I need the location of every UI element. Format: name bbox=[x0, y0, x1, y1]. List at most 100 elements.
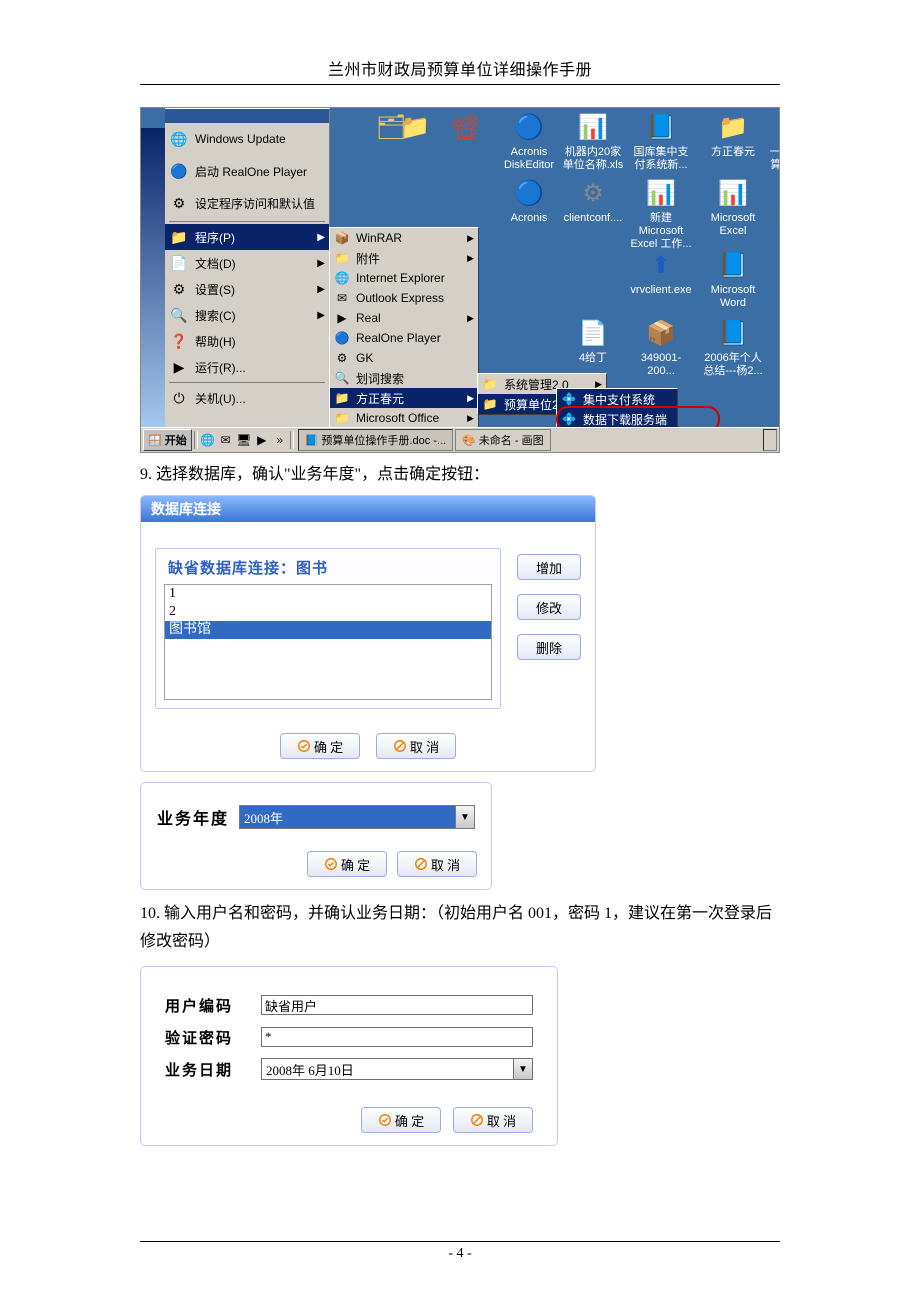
date-combo[interactable]: 2008年 6月10日 ▼ bbox=[261, 1058, 533, 1080]
desktop-icon[interactable]: 📘2006年个人总结---杨2... bbox=[701, 316, 765, 378]
submenu-item[interactable]: 📦WinRAR▶ bbox=[330, 228, 478, 248]
ie-icon[interactable]: 🌐 bbox=[200, 432, 216, 448]
ok-button[interactable]: 确 定 bbox=[361, 1107, 441, 1133]
desktop-icon[interactable]: 📁方正春元 bbox=[701, 110, 765, 159]
ok-button[interactable]: 确 定 bbox=[280, 733, 360, 759]
chevron-down-icon[interactable]: ▼ bbox=[513, 1059, 532, 1079]
menu-label: Internet Explorer bbox=[356, 271, 445, 285]
menu-icon: 🌐 bbox=[169, 129, 189, 149]
list-item[interactable]: 图书馆 bbox=[165, 621, 491, 639]
menu-label: Real bbox=[356, 311, 381, 325]
desktop-icon[interactable]: 🔵Acronis DiskEditor bbox=[497, 110, 561, 172]
file-icon: 📦 bbox=[644, 316, 678, 350]
desktop-icon[interactable]: 📊机器内20家单位名称.xls bbox=[561, 110, 625, 172]
menu-icon: 📄 bbox=[169, 253, 189, 273]
more-icon[interactable]: » bbox=[272, 432, 288, 448]
desktop-icon[interactable]: 📊Microsoft Excel bbox=[701, 176, 765, 238]
menu-icon: 🌐 bbox=[334, 270, 350, 286]
app-icon: 📘 bbox=[305, 434, 319, 447]
icon-label: Acronis DiskEditor bbox=[497, 146, 561, 172]
start-item[interactable]: 🌐Windows Update bbox=[165, 123, 329, 155]
submenu-item[interactable]: 🌐 Internet Explorer bbox=[330, 268, 478, 288]
submenu-item[interactable]: ▶Real▶ bbox=[330, 308, 478, 328]
list-item[interactable]: 1 bbox=[165, 585, 491, 603]
menu-icon: 🔵 bbox=[334, 330, 350, 346]
action-button[interactable]: 删除 bbox=[517, 634, 581, 660]
budget-submenu: 💠集中支付系统💠数据下载服务端 bbox=[556, 388, 678, 430]
menu-label: 运行(R)... bbox=[195, 359, 246, 376]
year-combo[interactable]: 2008年 ▼ bbox=[239, 805, 475, 829]
submenu-item[interactable]: 💠集中支付系统 bbox=[557, 389, 677, 409]
desktop-icon[interactable]: 🖥 bbox=[236, 432, 252, 448]
taskbar: 🪟 开始 🌐 ✉ 🖥 ▶ » 📘预算单位操作手册.doc -...🎨未命名 - … bbox=[141, 427, 779, 452]
submenu-item[interactable]: 🔵 RealOne Player bbox=[330, 328, 478, 348]
file-icon: 📁 bbox=[716, 110, 750, 144]
icon-label: 349001-200... bbox=[629, 352, 693, 378]
list-item[interactable]: 2 bbox=[165, 603, 491, 621]
db-list[interactable]: 12图书馆 bbox=[164, 584, 492, 700]
arrow-icon: ▶ bbox=[317, 284, 325, 295]
submenu-item[interactable]: 💠数据下载服务端 bbox=[557, 409, 677, 429]
start-item[interactable]: 🔵启动 RealOne Player bbox=[165, 155, 329, 187]
action-button[interactable]: 修改 bbox=[517, 594, 581, 620]
desktop-icon[interactable]: 📘国库集中支付系统新... bbox=[629, 110, 693, 172]
start-item[interactable]: ⚙设置(S)▶ bbox=[165, 276, 329, 302]
submenu-item[interactable]: 📁Microsoft Office▶ bbox=[330, 408, 478, 428]
start-item[interactable]: 📁程序(P)▶ bbox=[165, 224, 329, 250]
ok-button[interactable]: 确 定 bbox=[307, 851, 387, 877]
file-icon: 📊 bbox=[644, 176, 678, 210]
start-item[interactable]: 🔍搜索(C)▶ bbox=[165, 302, 329, 328]
submenu-item[interactable]: 📁方正春元▶ bbox=[330, 388, 478, 408]
arrow-icon: ▶ bbox=[467, 413, 474, 424]
desktop-icon[interactable]: 🔵 Acronis bbox=[497, 176, 561, 225]
desktop-icon[interactable]: ⚙clientconf.... bbox=[561, 176, 625, 225]
system-tray bbox=[763, 429, 777, 451]
step-9-text: 9. 选择数据库，确认"业务年度"，点击确定按钮： bbox=[140, 461, 780, 489]
player-icon[interactable]: ▶ bbox=[254, 432, 270, 448]
start-button[interactable]: 🪟 开始 bbox=[143, 429, 192, 451]
submenu-item[interactable]: ✉Outlook Express bbox=[330, 288, 478, 308]
desktop-icon[interactable]: 📊新建 Microsoft Excel 工作... bbox=[629, 176, 693, 251]
action-button[interactable]: 增加 bbox=[517, 554, 581, 580]
page-header: 兰州市财政局预算单位详细操作手册 bbox=[0, 0, 920, 80]
desktop-icon[interactable]: 📊一级部门预算执行情... bbox=[765, 110, 780, 172]
desktop-icon[interactable]: 📽 bbox=[433, 110, 497, 146]
start-item[interactable]: 📄文档(D)▶ bbox=[165, 250, 329, 276]
file-icon: 📁 bbox=[398, 110, 432, 144]
taskbar-item[interactable]: 📘预算单位操作手册.doc -... bbox=[298, 429, 453, 451]
submenu-item[interactable]: 🔍划词搜索 bbox=[330, 368, 478, 388]
programs-submenu: 📦WinRAR▶📁附件▶ 🌐 Internet Explorer ✉Outlook E… bbox=[329, 227, 479, 449]
desktop-icon[interactable]: ⬆vrvclient.exe bbox=[629, 248, 693, 297]
taskbar-item[interactable]: 🎨未命名 - 画图 bbox=[455, 429, 550, 451]
app-icon: 🎨 bbox=[462, 434, 476, 447]
year-dialog: 业务年度 2008年 ▼ 确 定 取 消 bbox=[140, 782, 492, 890]
menu-label: RealOne Player bbox=[356, 331, 441, 345]
arrow-icon: ▶ bbox=[467, 393, 474, 404]
cancel-button[interactable]: 取 消 bbox=[376, 733, 456, 759]
file-icon: 🔵 bbox=[512, 176, 546, 210]
submenu-item[interactable]: 📁附件▶ bbox=[330, 248, 478, 268]
start-item[interactable]: ⏻关机(U)... bbox=[165, 385, 329, 411]
start-item[interactable]: ⚙设定程序访问和默认值 bbox=[165, 187, 329, 219]
menu-icon: 🔍 bbox=[334, 370, 350, 386]
desktop-icon[interactable]: 📄4给丁 bbox=[561, 316, 625, 365]
chevron-down-icon[interactable]: ▼ bbox=[455, 806, 474, 828]
menu-icon: 🔍 bbox=[169, 305, 189, 325]
desktop-icon[interactable]: 📦349001-200... bbox=[629, 316, 693, 378]
menu-icon: ▶ bbox=[169, 357, 189, 377]
user-input[interactable] bbox=[261, 995, 533, 1015]
date-label: 业务日期 bbox=[165, 1059, 247, 1080]
pwd-input[interactable] bbox=[261, 1027, 533, 1047]
cancel-button[interactable]: 取 消 bbox=[397, 851, 477, 877]
start-item[interactable]: ❓帮助(H) bbox=[165, 328, 329, 354]
ok-label: 确 定 bbox=[341, 855, 370, 874]
mail-icon[interactable]: ✉ bbox=[218, 432, 234, 448]
start-item[interactable]: ▶ 运行(R)... bbox=[165, 354, 329, 380]
icon-label: Acronis bbox=[497, 212, 561, 225]
icon-label: Microsoft Excel bbox=[701, 212, 765, 238]
cancel-button[interactable]: 取 消 bbox=[453, 1107, 533, 1133]
desktop-icon[interactable]: 📘Microsoft Word bbox=[701, 248, 765, 310]
windows-icon: 🪟 bbox=[148, 434, 162, 447]
submenu-item[interactable]: ⚙GK bbox=[330, 348, 478, 368]
menu-label: GK bbox=[356, 351, 373, 365]
